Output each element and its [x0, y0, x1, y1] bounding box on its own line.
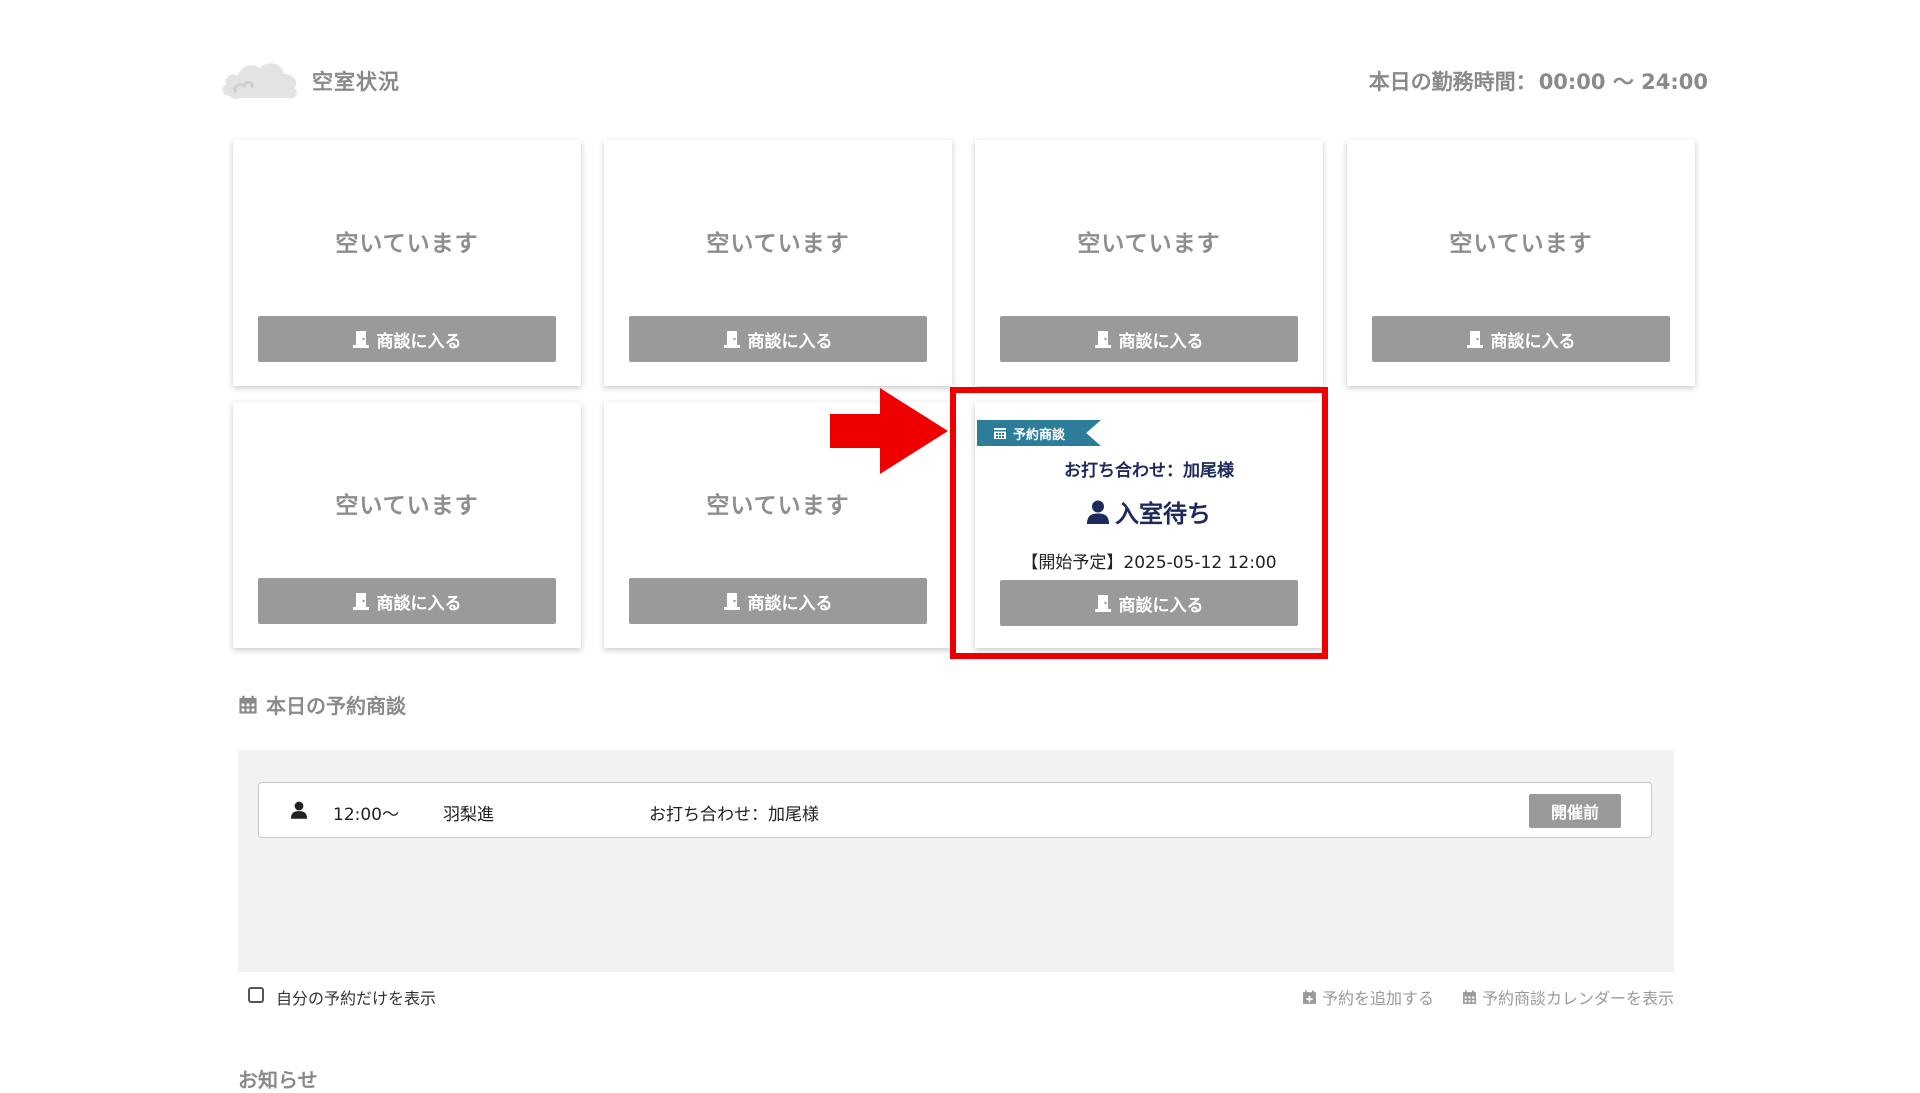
room-card: 空いています 商談に入る — [975, 140, 1323, 386]
enter-meeting-button[interactable]: 商談に入る — [258, 316, 556, 362]
enter-meeting-label: 商談に入る — [376, 593, 462, 614]
news-section-title: お知らせ — [238, 1068, 318, 1092]
door-icon — [723, 593, 740, 610]
cloud-logo-icon — [222, 63, 297, 100]
enter-meeting-button[interactable]: 商談に入る — [258, 578, 556, 624]
enter-meeting-label: 商談に入る — [1118, 331, 1204, 352]
show-calendar-label: 予約商談カレンダーを表示 — [1481, 989, 1674, 1008]
room-card: 空いています 商談に入る — [1347, 140, 1695, 386]
show-calendar-link[interactable]: 予約商談カレンダーを表示 — [1462, 985, 1674, 1009]
work-hours: 本日の勤務時間：00:00 〜 24:00 — [1369, 66, 1708, 96]
only-mine-label[interactable]: 自分の予約だけを表示 — [276, 985, 436, 1009]
enter-meeting-label: 商談に入る — [376, 331, 462, 352]
reservation-host: 羽梨進 — [443, 805, 494, 825]
room-status: 空いています — [1449, 231, 1593, 257]
reservation-time: 12:00〜 — [333, 805, 399, 825]
door-icon — [352, 593, 369, 610]
reservation-row[interactable]: 12:00〜 羽梨進 お打ち合わせ：加尾様 開催前 — [258, 782, 1652, 838]
calendar-icon — [1463, 990, 1476, 1004]
add-reservation-link[interactable]: 予約を追加する — [1302, 985, 1434, 1009]
enter-meeting-label: 商談に入る — [1490, 331, 1576, 352]
door-icon — [723, 331, 740, 348]
enter-meeting-label: 商談に入る — [747, 593, 833, 614]
room-card: 空いています 商談に入る — [604, 140, 952, 386]
door-icon — [1094, 331, 1111, 348]
work-hours-value: 00:00 〜 24:00 — [1538, 70, 1708, 94]
enter-meeting-button[interactable]: 商談に入る — [1372, 316, 1670, 362]
room-status: 空いています — [335, 231, 479, 257]
enter-meeting-button[interactable]: 商談に入る — [629, 316, 927, 362]
work-hours-label: 本日の勤務時間： — [1368, 70, 1537, 94]
room-card: 空いています 商談に入る — [233, 140, 581, 386]
room-status: 空いています — [1077, 231, 1221, 257]
room-card: 空いています 商談に入る — [233, 402, 581, 648]
page-title: 空室状況 — [312, 70, 400, 94]
calendar-plus-icon — [1303, 990, 1316, 1004]
only-mine-checkbox[interactable] — [248, 987, 264, 1003]
highlight-box — [950, 387, 1328, 659]
door-icon — [1466, 331, 1483, 348]
footer-links: 予約を追加する 予約商談カレンダーを表示 — [1302, 985, 1674, 1009]
enter-meeting-label: 商談に入る — [747, 331, 833, 352]
door-icon — [352, 331, 369, 348]
add-reservation-label: 予約を追加する — [1321, 989, 1434, 1008]
room-status: 空いています — [706, 493, 850, 519]
reservation-footer: 自分の予約だけを表示 予約を追加する 予約商談カレンダーを表示 — [248, 984, 1674, 1014]
status-badge: 開催前 — [1529, 794, 1621, 828]
enter-meeting-button[interactable]: 商談に入る — [629, 578, 927, 624]
room-status: 空いています — [335, 493, 479, 519]
today-reservations-label: 本日の予約商談 — [266, 694, 406, 718]
red-arrow-icon — [830, 388, 948, 474]
user-icon — [291, 801, 307, 819]
calendar-icon — [239, 695, 257, 714]
room-status: 空いています — [706, 231, 850, 257]
today-reservations-title: 本日の予約商談 — [238, 690, 406, 719]
header: 空室状況 本日の勤務時間：00:00 〜 24:00 — [220, 52, 1708, 108]
enter-meeting-button[interactable]: 商談に入る — [1000, 316, 1298, 362]
reservation-list: 12:00〜 羽梨進 お打ち合わせ：加尾様 開催前 — [238, 750, 1674, 972]
reservation-title: お打ち合わせ：加尾様 — [649, 805, 819, 825]
